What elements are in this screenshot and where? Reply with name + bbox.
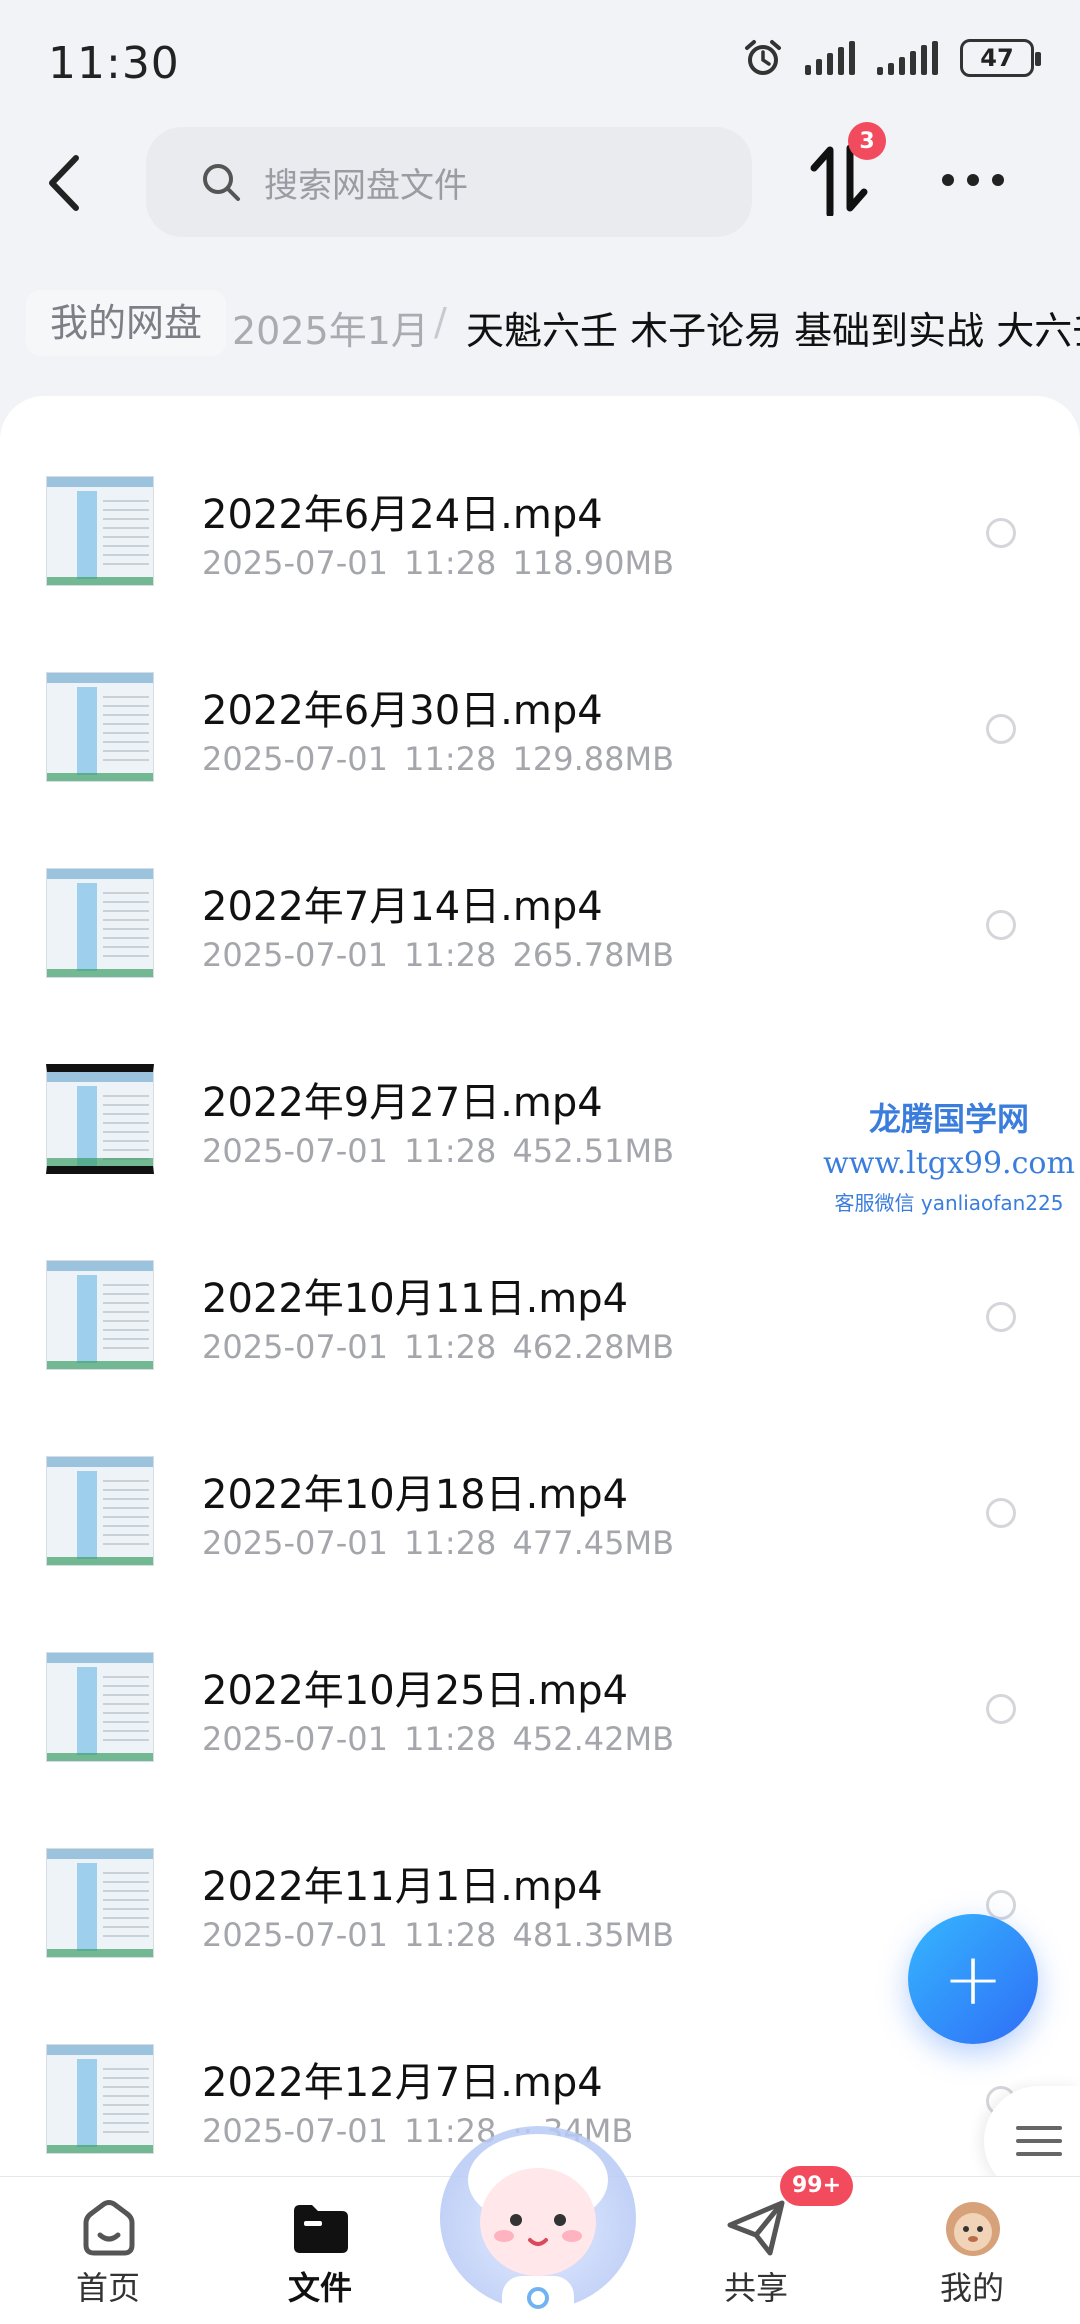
avatar-icon [946,2202,1000,2256]
nav-home-label: 首页 [75,2269,140,2307]
file-name: 2022年10月18日.mp4 [202,1472,629,1518]
breadcrumb-year[interactable]: 2025年1月 [232,300,429,355]
video-thumbnail [46,1848,154,1958]
add-button[interactable]: + [908,1914,1038,2044]
file-row[interactable]: 2022年6月24日.mp4 2025-07-01 11:28 118.90MB [0,396,1080,592]
file-meta: 2025-07-01 11:28 477.45MB [202,1524,675,1562]
select-radio[interactable] [986,1302,1016,1332]
breadcrumb-separator: / [434,300,447,344]
watermark-url: www.ltgx99.com [823,1146,1075,1181]
more-options-icon[interactable] [942,168,1004,192]
file-meta: 2025-07-01 11:28 452.51MB [202,1132,675,1170]
file-name: 2022年10月25日.mp4 [202,1668,629,1714]
signal-icon [805,41,855,75]
search-input[interactable]: 搜索网盘文件 [146,127,752,237]
video-thumbnail [46,1064,154,1174]
home-icon [83,2200,135,2256]
file-row[interactable]: 2022年10月25日.mp4 2025-07-01 11:28 452.42M… [0,1572,1080,1768]
video-thumbnail [46,2044,154,2154]
nav-share-label: 共享 [723,2269,788,2307]
status-time: 11:30 [48,38,180,89]
folder-icon [294,2205,348,2253]
file-meta: 2025-07-01 11:28 452.42MB [202,1720,675,1758]
send-icon [727,2200,785,2256]
breadcrumb-root[interactable]: 我的网盘 [26,290,227,356]
back-arrow-icon[interactable] [36,148,96,218]
file-row[interactable]: 2022年6月30日.mp4 2025-07-01 11:28 129.88MB [0,592,1080,788]
transfer-badge: 3 [848,122,886,160]
watermark-title: 龙腾国学网 [868,1100,1029,1138]
mascot-assistant-icon[interactable] [432,2110,644,2324]
nav-home[interactable]: 首页 [38,2177,178,2324]
select-radio[interactable] [986,518,1016,548]
file-name: 2022年12月7日.mp4 [202,2060,603,2106]
file-name: 2022年6月30日.mp4 [202,688,603,734]
file-meta: 2025-07-01 11:28 265.78MB [202,936,675,974]
video-thumbnail [46,1260,154,1370]
file-row[interactable]: 2022年7月14日.mp4 2025-07-01 11:28 265.78MB [0,788,1080,984]
search-icon [203,164,240,201]
select-radio[interactable] [986,1498,1016,1528]
video-thumbnail [46,868,154,978]
file-meta: 2025-07-01 11:28 462.28MB [202,1328,675,1366]
file-meta: 2025-07-01 11:28 129.88MB [202,740,675,778]
video-thumbnail [46,1456,154,1566]
plus-icon: + [942,1937,1004,2021]
nav-files-label: 文件 [287,2269,352,2307]
signal-icon-2 [877,41,938,75]
alarm-icon [745,40,781,75]
watermark: 龙腾国学网 www.ltgx99.com 客服微信 yanliaofan225 [818,1094,1080,1216]
breadcrumb-current-folder: 天魁六壬 木子论易 基础到实战 大六壬 [466,309,1080,353]
video-thumbnail [46,672,154,782]
search-placeholder: 搜索网盘文件 [264,165,468,206]
share-badge: 99+ [780,2166,854,2206]
select-radio[interactable] [986,714,1016,744]
file-list: 2022年6月24日.mp4 2025-07-01 11:28 118.90MB… [0,396,1080,2176]
nav-me[interactable]: 我的 [902,2177,1042,2324]
watermark-contact: 客服微信 yanliaofan225 [834,1191,1064,1215]
select-radio[interactable] [986,1694,1016,1724]
file-name: 2022年11月1日.mp4 [202,1864,603,1910]
video-thumbnail [46,1652,154,1762]
file-name: 2022年6月24日.mp4 [202,492,603,538]
battery-icon: 47 [960,39,1041,77]
select-radio[interactable] [986,910,1016,940]
status-bar: 11:30 47 [0,0,1080,120]
file-name: 2022年9月27日.mp4 [202,1080,603,1126]
breadcrumb: 2025年1月 / 天魁六壬 木子论易 基础到实战 大六壬 我的网盘 [0,290,1080,370]
battery-level: 47 [980,44,1014,72]
nav-files[interactable]: 文件 [250,2177,390,2324]
file-row[interactable]: 2022年11月1日.mp4 2025-07-01 11:28 481.35MB [0,1768,1080,1964]
file-meta: 2025-07-01 11:28 481.35MB [202,1916,675,1954]
file-meta: 2025-07-01 11:28 118.90MB [202,544,675,582]
video-thumbnail [46,476,154,586]
status-icons: 47 [743,38,1041,78]
file-row[interactable]: 2022年10月18日.mp4 2025-07-01 11:28 477.45M… [0,1376,1080,1572]
nav-me-label: 我的 [939,2269,1004,2307]
file-name: 2022年7月14日.mp4 [202,884,603,930]
file-name: 2022年10月11日.mp4 [202,1276,629,1322]
